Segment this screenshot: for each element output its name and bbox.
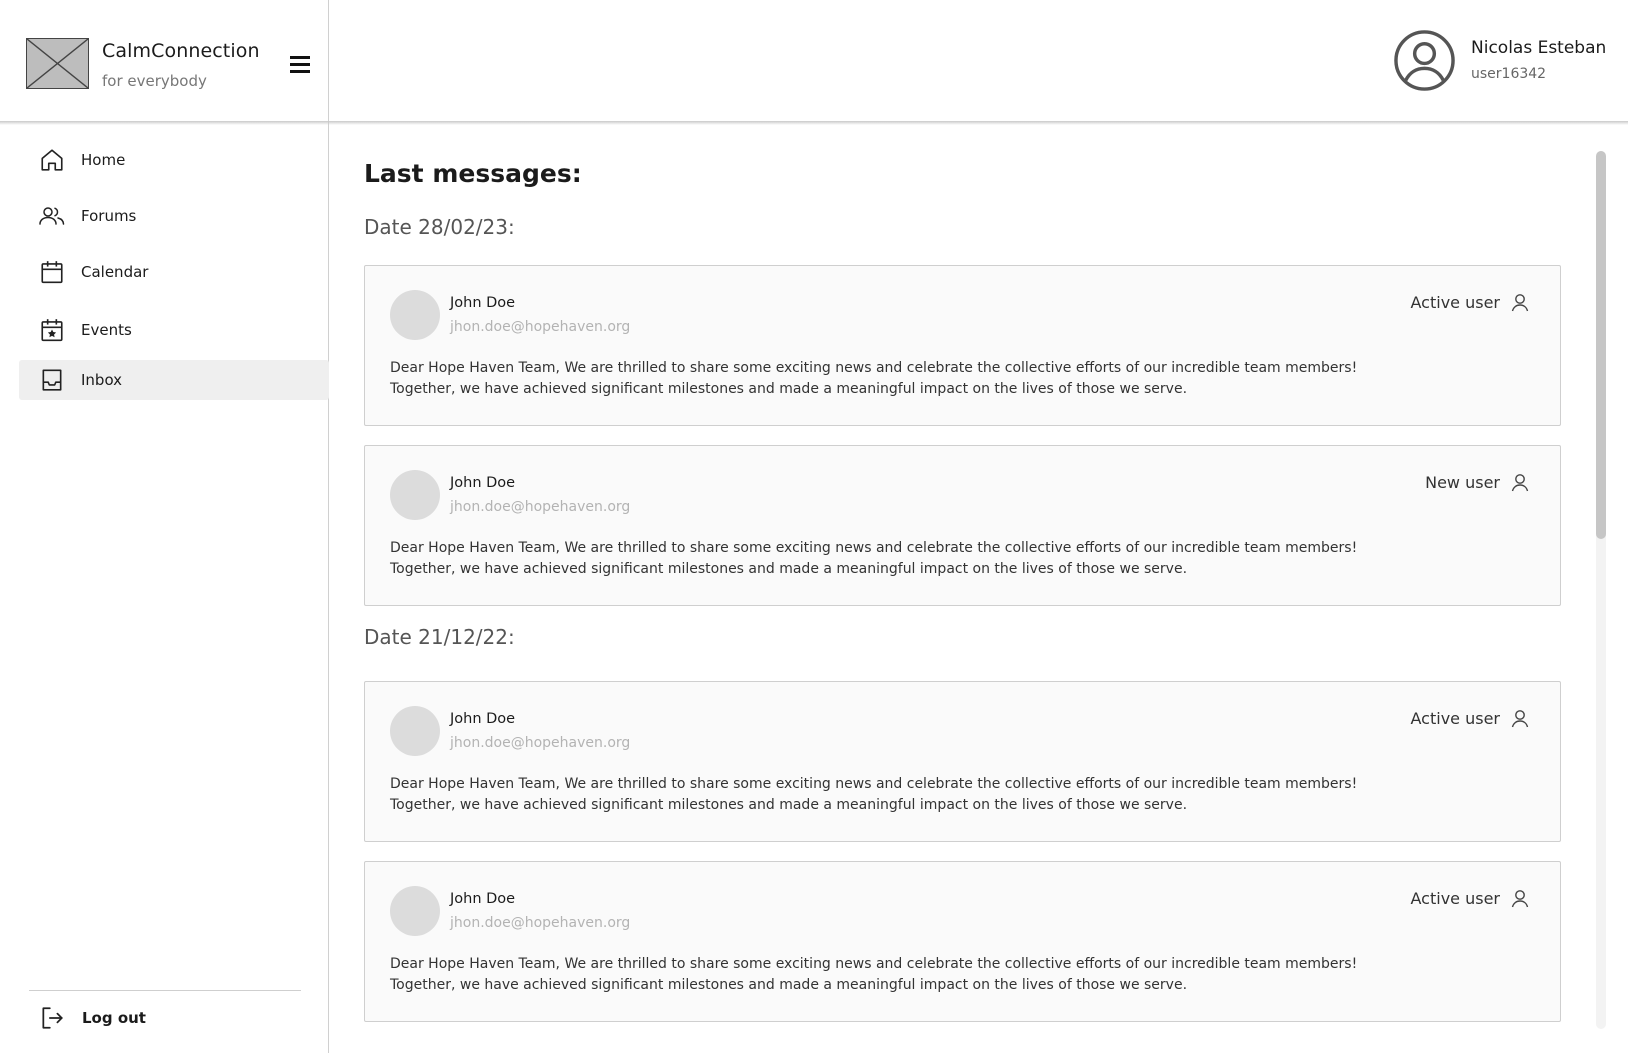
logout-button[interactable]: Log out [38,1002,146,1034]
user-icon [1510,708,1530,728]
sidebar-item-inbox[interactable]: Inbox [19,360,329,400]
home-icon [38,146,66,174]
sidebar-item-home[interactable]: Home [19,140,329,180]
sidebar-item-label: Calendar [81,263,149,281]
sender-name: John Doe [450,891,516,907]
user-id: user16342 [1471,66,1547,82]
sidebar-divider [29,990,301,991]
page-title: Last messages: [364,159,582,188]
inbox-icon [38,366,66,394]
event-star-icon [38,316,66,344]
main-scrollbar[interactable] [1596,151,1606,1029]
sidebar-item-events[interactable]: Events [19,310,329,350]
sender-avatar [390,886,440,936]
message-card[interactable]: John Doe jhon.doe@hopehaven.org Active u… [364,265,1561,426]
logout-label: Log out [82,1009,146,1027]
user-status: New user [1425,472,1530,492]
main-content: Last messages: Date 28/02/23: John Doe j… [329,125,1628,1053]
sender-email: jhon.doe@hopehaven.org [450,499,631,515]
sender-name: John Doe [450,711,516,727]
sidebar-item-calendar[interactable]: Calendar [19,252,329,292]
menu-toggle-icon[interactable] [288,52,314,78]
message-card[interactable]: John Doe jhon.doe@hopehaven.org Active u… [364,861,1561,1022]
brand-tagline: for everybody [102,72,207,90]
user-status-label: Active user [1410,292,1500,312]
message-card[interactable]: John Doe jhon.doe@hopehaven.org New user… [364,445,1561,606]
sidebar: CalmConnection for everybody Home Forums… [0,0,329,1053]
user-status-label: Active user [1410,708,1500,728]
user-icon [1510,292,1530,312]
logo-placeholder-icon [26,38,89,89]
date-heading: Date 21/12/22: [364,625,515,649]
message-body: Dear Hope Haven Team, We are thrilled to… [390,360,1358,397]
user-avatar-icon[interactable] [1393,29,1456,92]
user-icon [1510,472,1530,492]
date-heading: Date 28/02/23: [364,215,515,239]
scrollbar-thumb[interactable] [1596,151,1606,539]
calendar-icon [38,258,66,286]
sidebar-item-label: Events [81,321,132,339]
message-body: Dear Hope Haven Team, We are thrilled to… [390,540,1358,577]
users-icon [38,202,66,230]
user-status-label: Active user [1410,888,1500,908]
sender-avatar [390,706,440,756]
sender-email: jhon.doe@hopehaven.org [450,915,631,931]
user-status: Active user [1411,888,1530,908]
sender-email: jhon.doe@hopehaven.org [450,319,631,335]
sender-avatar [390,290,440,340]
message-body: Dear Hope Haven Team, We are thrilled to… [390,956,1358,993]
sender-name: John Doe [450,295,516,311]
message-body: Dear Hope Haven Team, We are thrilled to… [390,776,1358,813]
app-root: CalmConnection for everybody Home Forums… [0,0,1628,1053]
sidebar-item-label: Inbox [81,371,123,389]
sender-email: jhon.doe@hopehaven.org [450,735,631,751]
brand-name: CalmConnection [102,40,260,62]
sender-avatar [390,470,440,520]
brand-header: CalmConnection for everybody [0,0,328,122]
user-status-label: New user [1425,472,1500,492]
user-icon [1510,888,1530,908]
sidebar-item-label: Home [81,151,126,169]
user-status: Active user [1411,292,1530,312]
logout-icon [38,1004,66,1032]
user-name: Nicolas Esteban [1471,38,1607,58]
message-card[interactable]: John Doe jhon.doe@hopehaven.org Active u… [364,681,1561,842]
user-status: Active user [1411,708,1530,728]
sidebar-item-label: Forums [81,207,137,225]
sidebar-item-forums[interactable]: Forums [19,196,329,236]
sender-name: John Doe [450,475,516,491]
